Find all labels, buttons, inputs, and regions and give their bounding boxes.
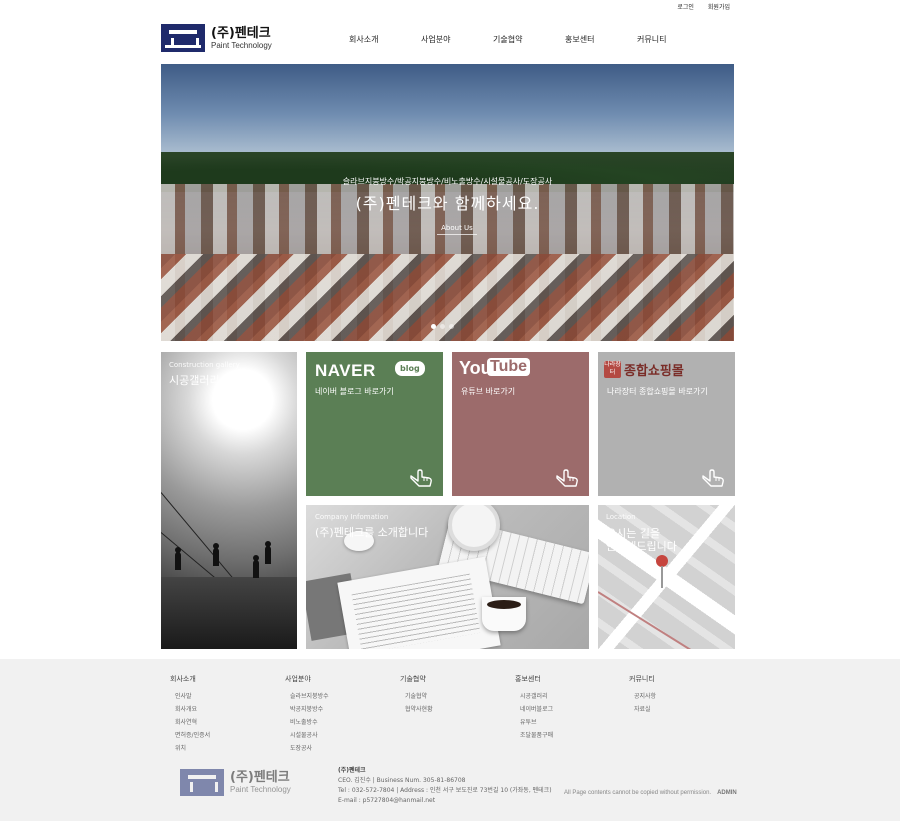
blog-badge: blog xyxy=(395,361,425,376)
coffee-cup-icon xyxy=(482,597,526,631)
worker-figure xyxy=(265,541,271,564)
footer-col-title[interactable]: 사업분야 xyxy=(285,674,329,684)
seal-icon: 나라장터 xyxy=(604,361,621,378)
footer-link[interactable]: 회사개요 xyxy=(175,704,210,713)
footer-logo-en: Paint Technology xyxy=(230,785,291,794)
footer-col-title[interactable]: 회사소개 xyxy=(170,674,210,684)
worker-figure xyxy=(213,543,219,566)
footer-link[interactable]: 시설물공사 xyxy=(290,730,329,739)
hero-pager xyxy=(431,324,454,329)
gallery-tile-title: 시공갤러리 xyxy=(169,374,220,387)
gallery-tile-en: Construction gallery xyxy=(169,361,240,369)
naver-blog-link-text: 네이버 블로그 바로가기 xyxy=(315,387,394,396)
gallery-tile[interactable]: Construction gallery 시공갤러리 xyxy=(161,352,297,649)
footer-company-info: (주)펜테크 CEO. 김진수 | Business Num. 305-81-8… xyxy=(338,766,552,806)
youtube-link-text: 유튜브 바로가기 xyxy=(461,387,516,396)
hand-pointer-icon xyxy=(410,469,432,487)
main-nav: 회사소개 사업분야 기술협약 홍보센터 커뮤니티 xyxy=(349,34,709,45)
youtube-tile[interactable]: You Tube 유튜브 바로가기 xyxy=(452,352,589,496)
footer-link[interactable]: 슬라브지붕방수 xyxy=(290,691,329,700)
footer-link[interactable]: 협약사현황 xyxy=(405,704,433,713)
footer-link[interactable]: 기술협약 xyxy=(405,691,433,700)
footer-link[interactable]: 공지사항 xyxy=(634,691,656,700)
document-image xyxy=(337,556,501,649)
footer-link[interactable]: 유투브 xyxy=(520,717,553,726)
utility-links: 로그인 회원가입 xyxy=(677,2,730,11)
shopping-mall-link-text: 나라장터 종합쇼핑몰 바로가기 xyxy=(607,387,708,396)
logo-text-kr: (주)펜테크 xyxy=(211,25,271,41)
footer-ceo: CEO. 김진수 | Business Num. 305-81-86708 xyxy=(338,777,466,784)
location-tile-title-2: 안내해드립니다 xyxy=(606,540,677,553)
location-tile[interactable]: Location 오시는 길을 안내해드립니다 xyxy=(598,505,735,649)
footer-link[interactable]: 시공갤러리 xyxy=(520,691,553,700)
nav-item-company[interactable]: 회사소개 xyxy=(349,34,421,45)
footer-col-title[interactable]: 기술협약 xyxy=(400,674,433,684)
footer-col-pr: 홍보센터 시공갤러리 네이버블로그 유투브 조달물품구매 xyxy=(515,674,553,743)
footer-col-company: 회사소개 인사말 회사개요 회사연혁 면허증/인증서 위치 xyxy=(170,674,210,756)
logo-mark-icon xyxy=(161,24,205,52)
hero-title: (주)펜테크와 함께하세요. xyxy=(355,194,540,213)
logo-text-en: Paint Technology xyxy=(211,40,272,50)
footer-link[interactable]: 네이버블로그 xyxy=(520,704,553,713)
footer-logo-mark-icon xyxy=(180,769,224,796)
naver-blog-tile[interactable]: NAVER blog 네이버 블로그 바로가기 xyxy=(306,352,443,496)
company-tile-title: (주)펜테크를 소개합니다 xyxy=(315,526,429,539)
naver-logo: NAVER xyxy=(315,361,376,380)
footer-col-agreement: 기술협약 기술협약 협약사현황 xyxy=(400,674,433,717)
footer-link[interactable]: 위치 xyxy=(175,743,210,752)
footer-copyright: All Page contents cannot be copied witho… xyxy=(564,790,737,796)
footer-link[interactable]: 조달물품구매 xyxy=(520,730,553,739)
hero-dot-3[interactable] xyxy=(449,324,454,329)
location-tile-en: Location xyxy=(606,513,636,521)
join-link[interactable]: 회원가입 xyxy=(708,2,730,11)
site-footer: 회사소개 인사말 회사개요 회사연혁 면허증/인증서 위치 사업분야 슬라브지붕… xyxy=(0,659,900,821)
worker-figure xyxy=(253,555,259,578)
nav-item-community[interactable]: 커뮤니티 xyxy=(637,34,709,45)
footer-link[interactable]: 도장공사 xyxy=(290,743,329,752)
footer-contact: Tel : 032-572-7804 | Address : 인천 서구 보도진… xyxy=(338,787,552,794)
site-logo[interactable]: (주)펜테크 Paint Technology xyxy=(161,24,281,52)
footer-logo: (주)펜테크 Paint Technology xyxy=(180,769,291,796)
youtube-logo-tube: Tube xyxy=(487,358,531,376)
shopping-mall-logo: 나라장터 종합쇼핑몰 xyxy=(604,360,684,379)
footer-link[interactable]: 비노출방수 xyxy=(290,717,329,726)
shopping-mall-name: 종합쇼핑몰 xyxy=(624,364,684,379)
nav-item-agreement[interactable]: 기술협약 xyxy=(493,34,565,45)
admin-link[interactable]: ADMIN xyxy=(717,790,737,796)
footer-company-name: (주)펜테크 xyxy=(338,767,366,774)
hero-banner: 슬라브지붕방수/박공지붕방수/비노출방수/시설물공사/도장공사 (주)펜테크와 … xyxy=(161,64,734,341)
about-us-button[interactable]: About Us xyxy=(437,224,477,235)
hand-pointer-icon xyxy=(556,469,578,487)
footer-link[interactable]: 면허증/인증서 xyxy=(175,730,210,739)
hero-subtitle: 슬라브지붕방수/박공지붕방수/비노출방수/시설물공사/도장공사 xyxy=(342,177,553,186)
footer-link[interactable]: 인사말 xyxy=(175,691,210,700)
nav-item-business[interactable]: 사업분야 xyxy=(421,34,493,45)
hero-dot-1[interactable] xyxy=(431,324,436,329)
hero-dot-2[interactable] xyxy=(440,324,445,329)
footer-email: E-mail : p5727804@hanmail.net xyxy=(338,797,436,804)
hand-pointer-icon xyxy=(702,469,724,487)
worker-figure xyxy=(175,547,181,570)
footer-col-community: 커뮤니티 공지사항 자료실 xyxy=(629,674,656,717)
footer-link[interactable]: 자료실 xyxy=(634,704,656,713)
map-pin-icon xyxy=(656,555,668,588)
footer-col-business: 사업분야 슬라브지붕방수 박공지붕방수 비노출방수 시설물공사 도장공사 xyxy=(285,674,329,756)
copyright-text: All Page contents cannot be copied witho… xyxy=(564,790,712,796)
footer-logo-kr: (주)펜테크 xyxy=(230,770,290,785)
footer-col-title[interactable]: 홍보센터 xyxy=(515,674,553,684)
shopping-mall-tile[interactable]: 나라장터 종합쇼핑몰 나라장터 종합쇼핑몰 바로가기 xyxy=(598,352,735,496)
login-link[interactable]: 로그인 xyxy=(677,2,694,11)
gallery-roof-image xyxy=(161,577,297,649)
company-info-tile[interactable]: Company Infomation (주)펜테크를 소개합니다 xyxy=(306,505,589,649)
nav-item-pr[interactable]: 홍보센터 xyxy=(565,34,637,45)
footer-link[interactable]: 회사연혁 xyxy=(175,717,210,726)
footer-col-title[interactable]: 커뮤니티 xyxy=(629,674,656,684)
company-tile-en: Company Infomation xyxy=(315,513,389,521)
footer-link[interactable]: 박공지붕방수 xyxy=(290,704,329,713)
